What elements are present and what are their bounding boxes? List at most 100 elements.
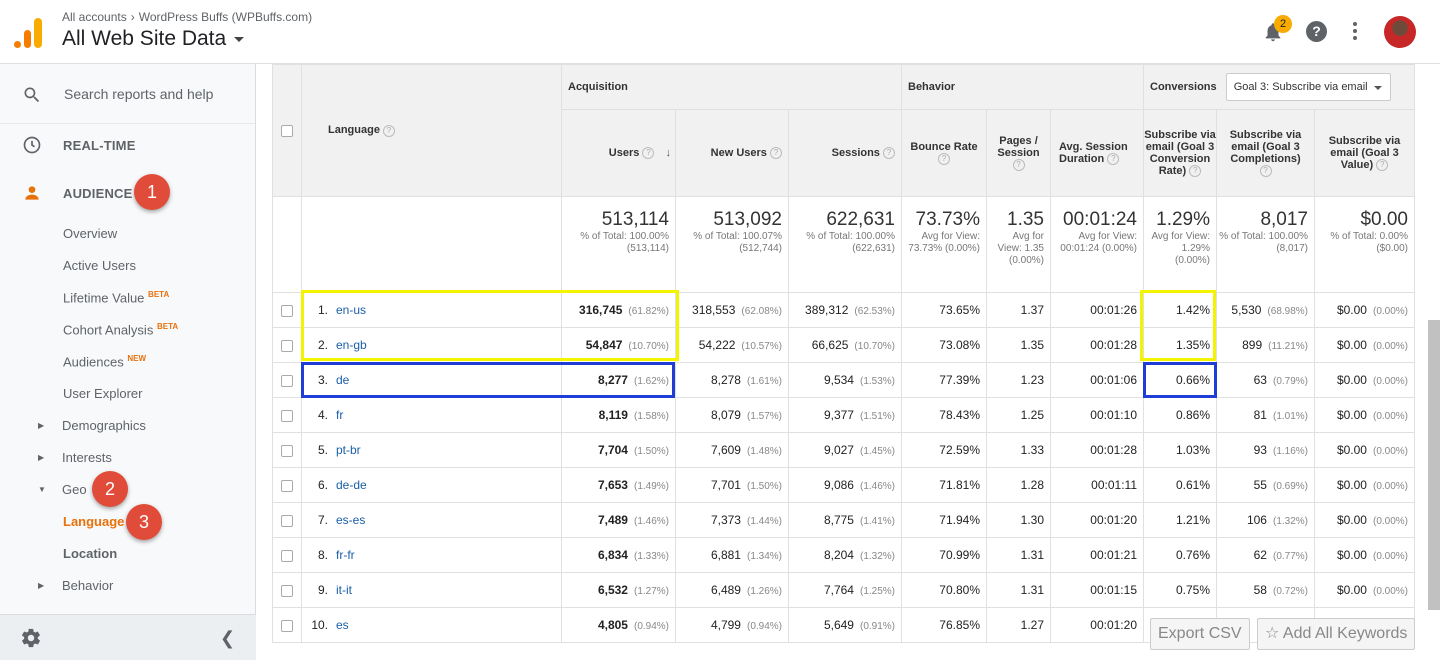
col-language[interactable]: Language ? xyxy=(301,64,562,197)
row-select-cell[interactable] xyxy=(272,502,302,538)
breadcrumb[interactable]: All accounts › WordPress Buffs (WPBuffs.co… xyxy=(62,10,312,24)
metric-cell: 0.86% xyxy=(1143,397,1217,433)
goal-select[interactable]: Goal 3: Subscribe via email xyxy=(1225,73,1391,101)
row-select-cell[interactable] xyxy=(272,432,302,468)
language-link[interactable]: en-gb xyxy=(336,338,367,352)
row-select-cell[interactable] xyxy=(272,467,302,503)
metric-cell: 1.28 xyxy=(986,467,1051,503)
triangle-right-icon: ▶ xyxy=(38,581,45,590)
language-link[interactable]: es-es xyxy=(336,513,365,527)
help-icon[interactable]: ? xyxy=(1259,165,1272,178)
view-name[interactable]: All Web Site Data xyxy=(62,27,226,50)
row-checkbox[interactable] xyxy=(281,304,293,317)
metric-percent: (1.48%) xyxy=(746,446,782,457)
row-checkbox[interactable] xyxy=(281,409,293,422)
sidebar-item-audience[interactable]: AUDIENCE xyxy=(0,178,256,208)
row-select-cell[interactable] xyxy=(272,397,302,433)
table-row[interactable]: 3. de 8,277 (1.62%) 8,278 (1.61%) 9,534 (1.53%)… xyxy=(272,362,1415,398)
select-all-checkbox[interactable] xyxy=(281,124,293,137)
table-row[interactable]: 7. es-es 7,489 (1.46%) 7,373 (1.44%) 8,775 (1.4… xyxy=(272,502,1415,538)
sidebar-item-language[interactable]: Language xyxy=(63,514,124,529)
sidebar-item-realtime[interactable]: REAL-TIME xyxy=(0,130,256,160)
analytics-logo-icon[interactable] xyxy=(14,16,44,48)
help-icon[interactable]: ? xyxy=(642,147,655,160)
gear-icon[interactable] xyxy=(20,627,42,649)
row-checkbox[interactable] xyxy=(281,374,293,387)
col-new-users[interactable]: New Users ? xyxy=(675,109,789,197)
table-row[interactable]: 5. pt-br 7,704 (1.50%) 7,609 (1.48%) 9,027 (1.4… xyxy=(272,432,1415,468)
row-select-cell[interactable] xyxy=(272,537,302,573)
sidebar-item-audiences[interactable]: Audiences NEW xyxy=(63,354,146,369)
help-icon[interactable]: ? xyxy=(938,153,950,166)
col-users[interactable]: Users ? ↓ xyxy=(561,109,676,197)
language-link[interactable]: fr-fr xyxy=(336,548,355,562)
language-link[interactable]: fr xyxy=(336,408,343,422)
help-icon[interactable]: ? xyxy=(383,124,396,137)
row-checkbox[interactable] xyxy=(281,549,293,562)
chevron-left-icon[interactable]: ❮ xyxy=(220,628,235,649)
table-row[interactable]: 8. fr-fr 6,834 (1.33%) 6,881 (1.34%) 8,204 (1.3… xyxy=(272,537,1415,573)
language-link[interactable]: de-de xyxy=(336,478,367,492)
caret-down-icon[interactable] xyxy=(234,36,245,42)
table-row[interactable]: 6. de-de 7,653 (1.49%) 7,701 (1.50%) 9,086 (1.4… xyxy=(272,467,1415,503)
export-csv-button[interactable]: Export CSV xyxy=(1150,618,1250,650)
row-select-cell[interactable] xyxy=(272,362,302,398)
metric-percent: (1.50%) xyxy=(746,481,782,492)
scrollbar[interactable] xyxy=(1428,320,1440,610)
row-select-cell[interactable] xyxy=(272,572,302,608)
search-icon[interactable] xyxy=(22,85,42,105)
row-checkbox[interactable] xyxy=(281,479,293,492)
search-input[interactable]: Search reports and help xyxy=(64,86,213,102)
table-row[interactable]: 1. en-us 316,745 (61.82%) 318,553 (62.08%) 389… xyxy=(272,292,1415,328)
metric-value: 00:01:28 xyxy=(1090,338,1137,352)
table-row[interactable]: 2. en-gb 54,847 (10.70%) 54,222 (10.57%) 66,62… xyxy=(272,327,1415,363)
sidebar-item-lifetime-value[interactable]: Lifetime Value BETA xyxy=(63,290,169,305)
col-conv-rate[interactable]: Subscribe via email (Goal 3 Conversion R… xyxy=(1143,109,1217,197)
col-completions[interactable]: Subscribe via email (Goal 3 Completions)… xyxy=(1216,109,1315,197)
row-checkbox[interactable] xyxy=(281,619,293,632)
help-icon[interactable]: ? xyxy=(1306,21,1327,42)
col-sessions[interactable]: Sessions ? xyxy=(788,109,902,197)
row-checkbox[interactable] xyxy=(281,584,293,597)
help-icon[interactable]: ? xyxy=(883,147,895,160)
help-icon[interactable]: ? xyxy=(1376,159,1389,172)
table-row[interactable]: 4. fr 8,119 (1.58%) 8,079 (1.57%) 9,377 (1.51%)… xyxy=(272,397,1415,433)
language-link[interactable]: pt-br xyxy=(336,443,361,457)
sidebar-item-user-explorer[interactable]: User Explorer xyxy=(63,386,142,401)
sidebar-item-active-users[interactable]: Active Users xyxy=(63,258,136,273)
help-icon[interactable]: ? xyxy=(1189,165,1202,178)
col-goal-value[interactable]: Subscribe via email (Goal 3 Value) ? xyxy=(1314,109,1415,197)
sidebar-item-cohort-analysis[interactable]: Cohort Analysis BETA xyxy=(63,322,178,337)
row-checkbox[interactable] xyxy=(281,444,293,457)
help-icon[interactable]: ? xyxy=(1012,159,1025,172)
sidebar-item-overview[interactable]: Overview xyxy=(63,226,117,241)
help-icon[interactable]: ? xyxy=(770,147,782,160)
language-link[interactable]: it-it xyxy=(336,583,352,597)
language-link[interactable]: es xyxy=(336,618,349,632)
more-vert-icon[interactable] xyxy=(1352,22,1358,42)
row-checkbox[interactable] xyxy=(281,339,293,352)
col-pages-session[interactable]: Pages / Session? xyxy=(986,109,1051,197)
table-row[interactable]: 9. it-it 6,532 (1.27%) 6,489 (1.26%) 7,764 (1.2… xyxy=(272,572,1415,608)
col-bounce-rate[interactable]: Bounce Rate? xyxy=(901,109,987,197)
language-link[interactable]: de xyxy=(336,373,349,387)
breadcrumb-accounts[interactable]: All accounts xyxy=(62,10,127,24)
select-all-cell[interactable] xyxy=(272,64,302,197)
language-link[interactable]: en-us xyxy=(336,303,366,317)
row-select-cell[interactable] xyxy=(272,292,302,328)
breadcrumb-account[interactable]: WordPress Buffs (WPBuffs.com) xyxy=(139,10,312,24)
sidebar-item-location[interactable]: Location xyxy=(63,546,117,561)
row-select-cell[interactable] xyxy=(272,607,302,643)
metric-percent: (10.57%) xyxy=(741,341,782,352)
row-select-cell[interactable] xyxy=(272,327,302,363)
total-new-users: 513,092 xyxy=(713,209,782,230)
add-all-keywords-button[interactable]: ☆ Add All Keywords xyxy=(1257,618,1416,650)
row-checkbox[interactable] xyxy=(281,514,293,527)
col-avg-duration[interactable]: Avg. Session Duration ? xyxy=(1050,109,1144,197)
add-keywords-label: Add All Keywords xyxy=(1282,625,1408,642)
view-selector[interactable]: All Web Site Data xyxy=(62,27,245,51)
search-row[interactable]: Search reports and help xyxy=(0,64,255,124)
help-icon[interactable]: ? xyxy=(1107,153,1120,166)
avatar[interactable] xyxy=(1384,16,1416,48)
sort-arrow-down-icon[interactable]: ↓ xyxy=(666,147,672,159)
